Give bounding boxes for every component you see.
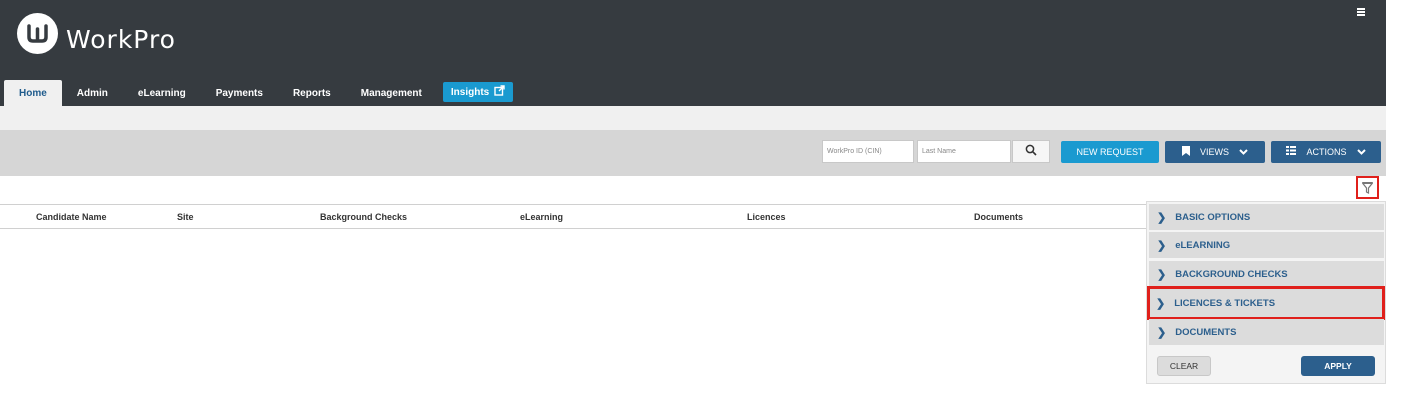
lastname-search-input[interactable]: Last Name — [917, 140, 1011, 163]
column-header-site[interactable]: Site — [177, 212, 194, 222]
app-root: WorkPro Home Admin eLearning Payments Re… — [0, 0, 1406, 405]
chevron-right-icon: ❯ — [1156, 297, 1166, 310]
bookmark-icon — [1181, 145, 1190, 159]
chevron-down-icon — [1239, 147, 1248, 157]
button-label: NEW REQUEST — [1076, 147, 1144, 157]
chevron-right-icon: ❯ — [1157, 239, 1167, 252]
filter-section-elearning[interactable]: ❯ eLEARNING — [1149, 232, 1384, 258]
actions-button[interactable]: ACTIONS — [1271, 141, 1381, 163]
tab-label: Payments — [215, 87, 263, 99]
column-header-background-checks[interactable]: Background Checks — [320, 212, 407, 222]
cin-search-input[interactable]: WorkPro ID (CIN) — [822, 140, 914, 163]
tab-payments[interactable]: Payments — [201, 80, 278, 106]
filter-section-licences-tickets[interactable]: ❯ LICENCES & TICKETS — [1147, 286, 1385, 320]
section-label: eLEARNING — [1175, 239, 1231, 251]
section-label: LICENCES & TICKETS — [1174, 297, 1276, 309]
workpro-logo-icon — [17, 13, 58, 54]
chevron-right-icon: ❯ — [1157, 268, 1167, 281]
chevron-right-icon: ❯ — [1157, 211, 1167, 224]
search-button[interactable] — [1012, 140, 1050, 163]
grid-icon — [1286, 146, 1297, 158]
tab-home[interactable]: Home — [4, 80, 62, 106]
tab-insights[interactable]: Insights — [442, 82, 514, 102]
button-label: VIEWS — [1199, 147, 1229, 157]
search-toolbar: WorkPro ID (CIN) Last Name NEW REQUEST V… — [0, 130, 1386, 176]
filter-panel: ❯ BASIC OPTIONS ❯ eLEARNING ❯ BACKGROUND… — [1146, 201, 1386, 384]
tab-label: Reports — [292, 87, 331, 99]
section-label: DOCUMENTS — [1175, 326, 1237, 338]
main-nav: Home Admin eLearning Payments Reports Ma… — [4, 80, 514, 106]
new-request-button[interactable]: NEW REQUEST — [1061, 141, 1159, 163]
section-label: BASIC OPTIONS — [1175, 211, 1251, 223]
filter-section-documents[interactable]: ❯ DOCUMENTS — [1149, 319, 1384, 345]
section-label: BACKGROUND CHECKS — [1175, 268, 1288, 280]
app-name: WorkPro — [66, 25, 176, 54]
column-header-licences[interactable]: Licences — [747, 212, 786, 222]
tab-label: Management — [360, 87, 422, 99]
chevron-right-icon: ❯ — [1157, 326, 1167, 339]
subheader-bar — [0, 106, 1386, 130]
tab-label: eLearning — [137, 87, 186, 99]
column-header-candidate-name[interactable]: Candidate Name — [36, 212, 107, 222]
tab-admin[interactable]: Admin — [62, 80, 123, 106]
tab-label: Admin — [76, 87, 108, 99]
button-label: ACTIONS — [1306, 147, 1347, 157]
tab-label: Insights — [450, 86, 490, 98]
hamburger-icon[interactable] — [1357, 8, 1365, 17]
filter-section-basic-options[interactable]: ❯ BASIC OPTIONS — [1149, 204, 1384, 230]
views-button[interactable]: VIEWS — [1165, 141, 1265, 163]
apply-button[interactable]: APPLY — [1301, 356, 1375, 376]
top-header: WorkPro Home Admin eLearning Payments Re… — [0, 0, 1386, 106]
column-header-elearning[interactable]: eLearning — [520, 212, 563, 222]
tab-elearning[interactable]: eLearning — [123, 80, 201, 106]
search-icon — [1025, 143, 1037, 161]
filter-icon[interactable] — [1356, 176, 1379, 199]
logo[interactable]: WorkPro — [17, 13, 176, 54]
tab-reports[interactable]: Reports — [278, 80, 346, 106]
clear-button[interactable]: CLEAR — [1157, 356, 1211, 376]
tab-management[interactable]: Management — [346, 80, 437, 106]
tab-label: Home — [19, 87, 47, 99]
column-header-documents[interactable]: Documents — [974, 212, 1023, 222]
chevron-down-icon — [1356, 147, 1366, 157]
external-link-icon — [494, 85, 505, 99]
filter-section-background-checks[interactable]: ❯ BACKGROUND CHECKS — [1149, 261, 1384, 287]
